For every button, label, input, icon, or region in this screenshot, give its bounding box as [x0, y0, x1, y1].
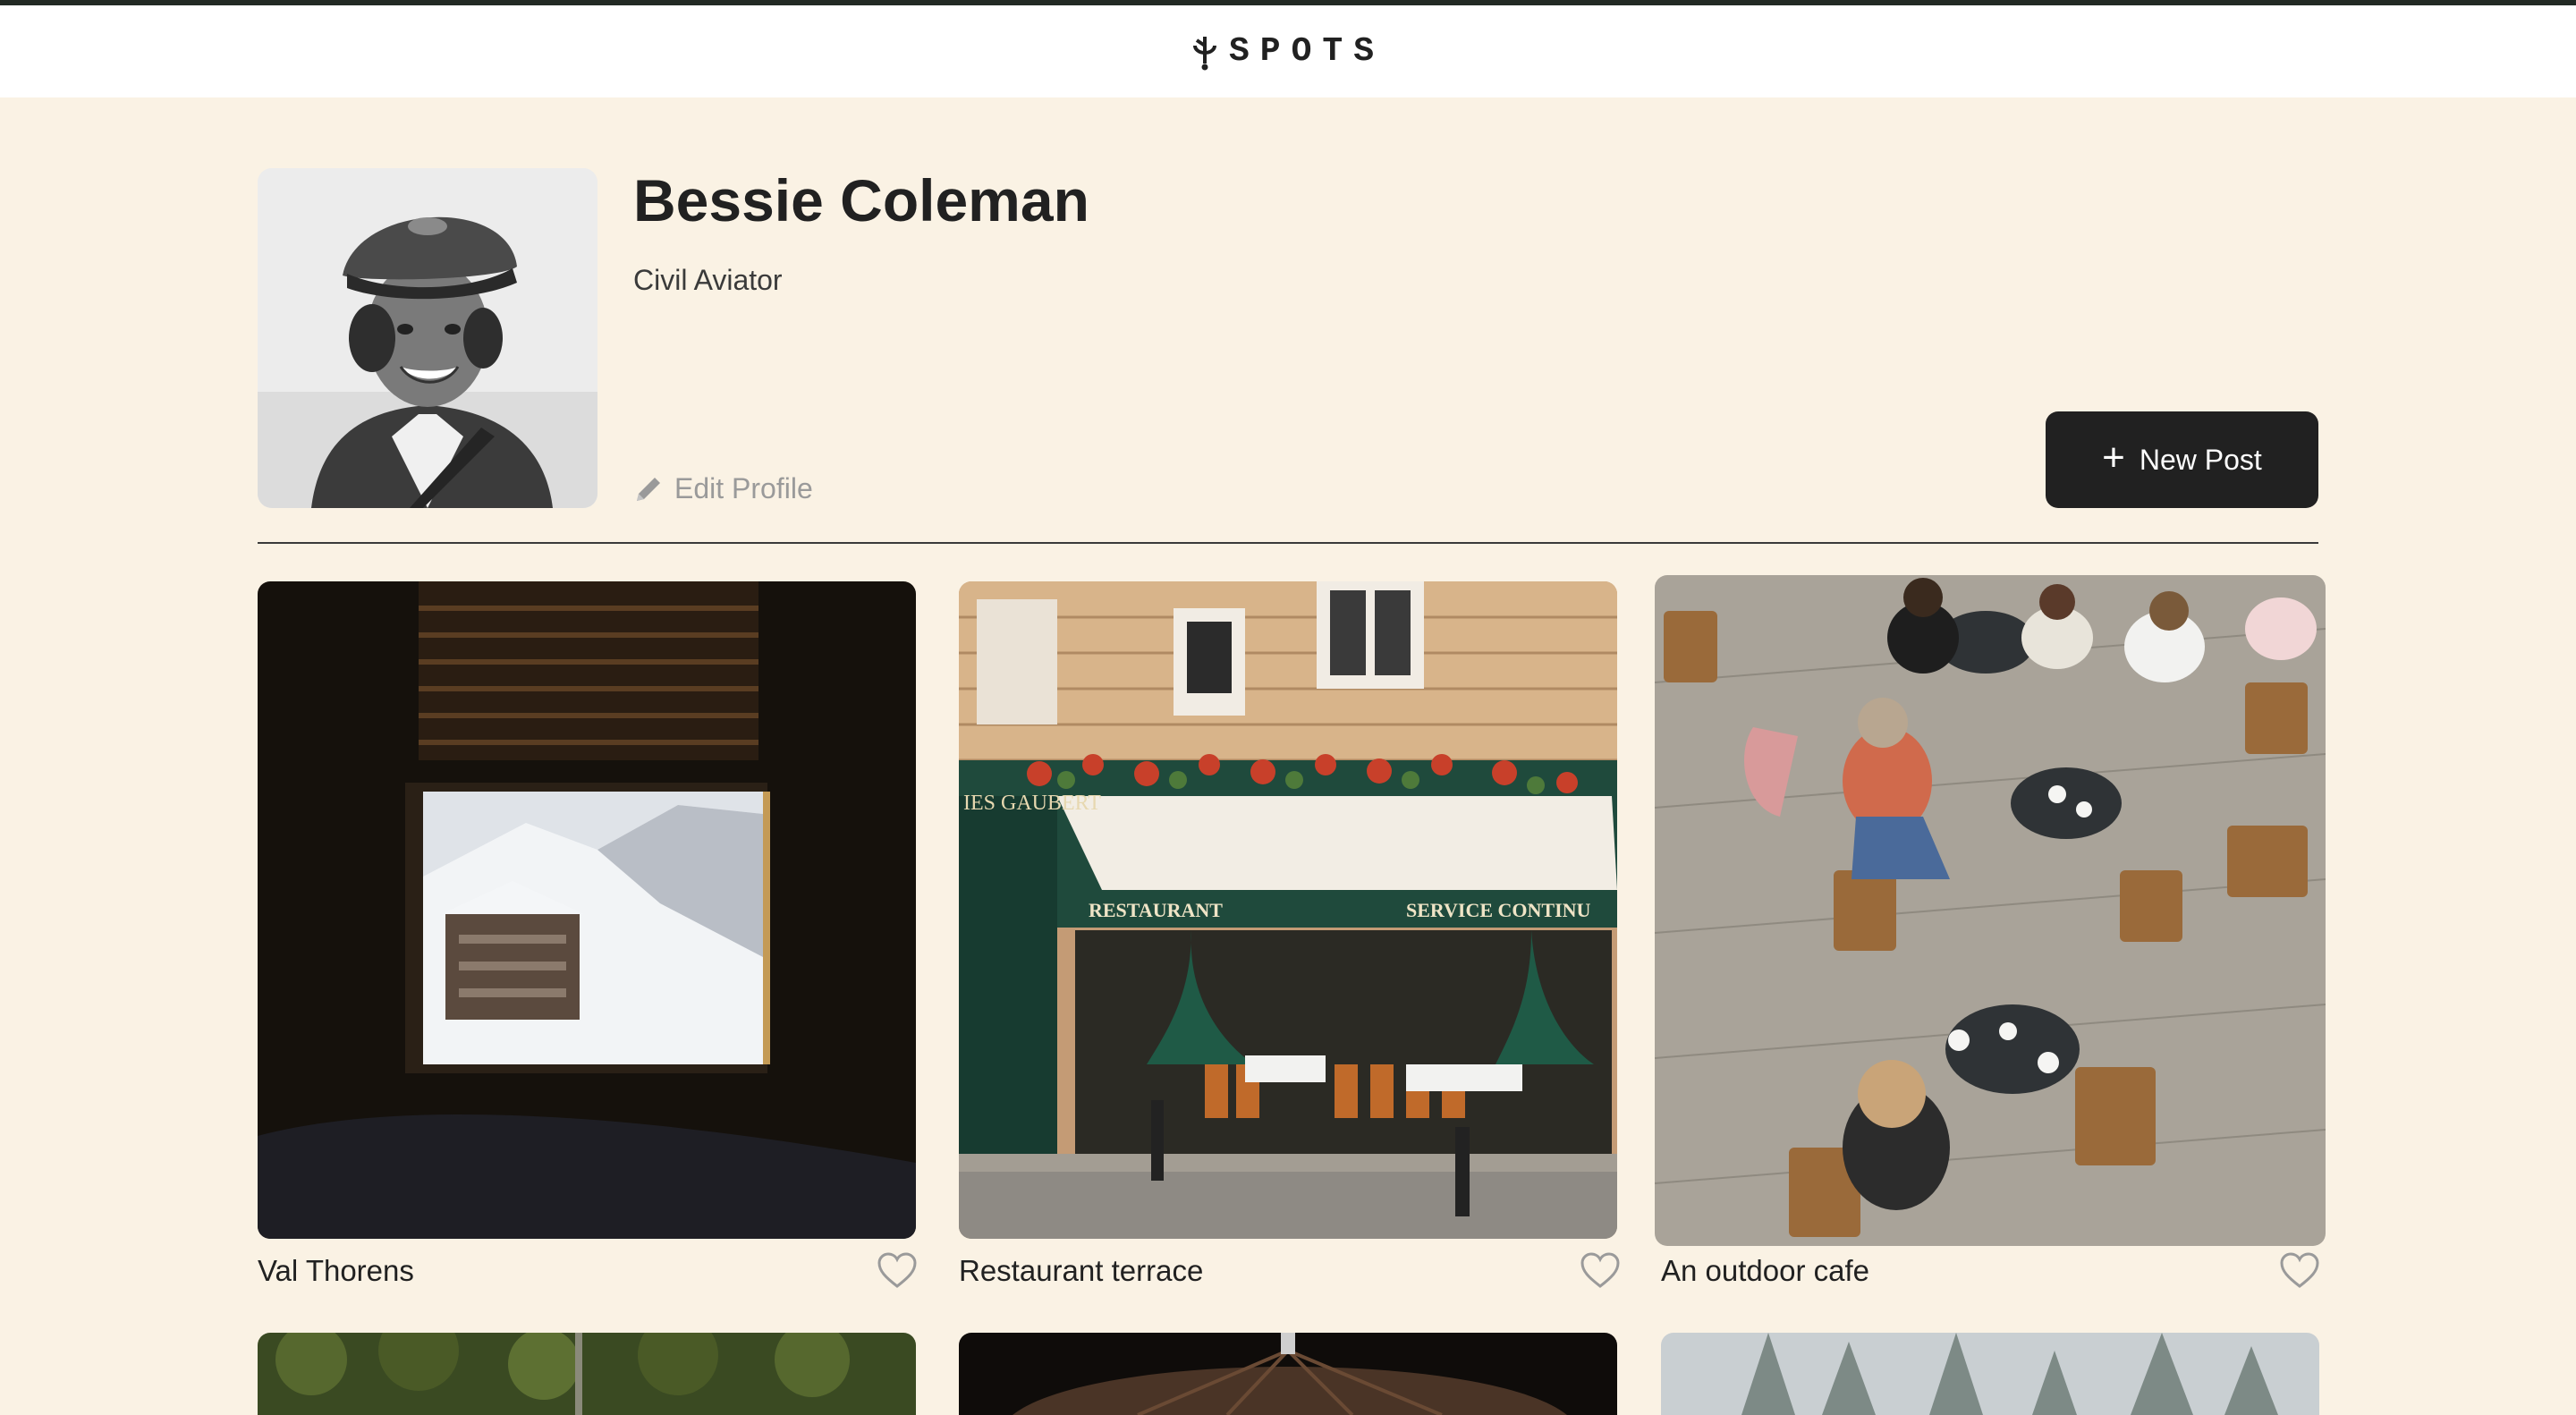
svg-text:SERVICE CONTINU: SERVICE CONTINU	[1406, 899, 1591, 921]
profile-name: Bessie Coleman	[633, 167, 1089, 233]
heart-icon[interactable]	[877, 1252, 918, 1290]
card-caption: Restaurant terrace	[959, 1254, 1204, 1287]
svg-text:RESTAURANT: RESTAURANT	[1089, 899, 1223, 921]
new-post-button[interactable]: + New Post	[2046, 411, 2318, 508]
spots-logo[interactable]: SPOTS	[1191, 32, 1385, 71]
svg-text:IES GAUBERT: IES GAUBERT	[963, 792, 1101, 815]
profile-title: Civil Aviator	[633, 264, 783, 296]
card-val-thorens: Val Thorens	[258, 581, 918, 1297]
new-post-label: New Post	[2139, 443, 2262, 476]
plus-icon: +	[2102, 436, 2125, 479]
card-restaurant-terrace: RESTAURANT SERVICE CONTINU IES GAUBERT R…	[959, 581, 1620, 1297]
card-image[interactable]	[1655, 575, 2326, 1246]
edit-profile-button[interactable]: Edit Profile	[633, 472, 813, 505]
sprout-icon	[1192, 36, 1216, 70]
heart-icon[interactable]	[2279, 1252, 2320, 1290]
site-header: SPOTS	[0, 5, 2576, 97]
card-image[interactable]	[258, 581, 916, 1239]
logo-text: SPOTS	[1228, 32, 1385, 71]
card-outdoor-cafe: An outdoor cafe	[1655, 575, 2326, 1297]
card-caption: An outdoor cafe	[1661, 1254, 1869, 1287]
pencil-icon	[637, 477, 660, 501]
edit-profile-label: Edit Profile	[674, 472, 813, 504]
card-image[interactable]: RESTAURANT SERVICE CONTINU IES GAUBERT	[959, 581, 1617, 1239]
avatar-image	[258, 168, 597, 508]
heart-icon[interactable]	[1580, 1252, 1621, 1290]
profile-avatar	[258, 168, 597, 508]
card-caption: Val Thorens	[258, 1254, 414, 1287]
card-image-row2-1[interactable]	[258, 1333, 916, 1415]
card-image-row2-3[interactable]	[1661, 1333, 2319, 1415]
profile-divider	[258, 542, 2318, 544]
card-image-row2-2[interactable]	[959, 1333, 1617, 1415]
